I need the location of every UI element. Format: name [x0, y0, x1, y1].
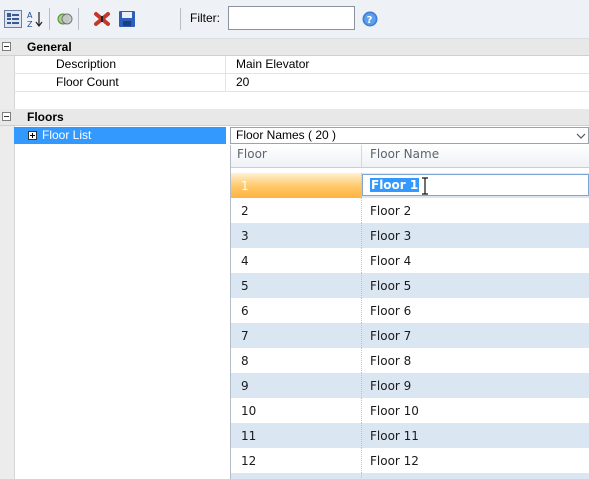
- table-header: Floor Floor Name: [231, 145, 589, 168]
- property-row-floor-list[interactable]: Floor List Floor Names ( 20 ): [14, 127, 589, 144]
- property-value[interactable]: Main Elevator: [236, 56, 309, 72]
- cell-divider: [361, 298, 362, 323]
- cell-floor-name[interactable]: Floor 12: [370, 454, 419, 468]
- table-row[interactable]: 2 Floor 2: [231, 198, 589, 223]
- property-name: Floor Count: [14, 74, 226, 91]
- cell-floor[interactable]: 4: [241, 254, 249, 268]
- properties-icon[interactable]: [55, 9, 75, 29]
- cell-floor[interactable]: 6: [241, 304, 249, 318]
- categorized-icon[interactable]: [3, 9, 23, 29]
- delete-icon[interactable]: [92, 9, 112, 29]
- toolbar-separator: [78, 8, 79, 30]
- expand-icon[interactable]: [28, 131, 37, 140]
- cell-divider: [361, 273, 362, 298]
- property-value: Floor Names ( 20 ): [236, 128, 337, 142]
- table-row[interactable]: 8 Floor 8: [231, 348, 589, 373]
- property-name: Floor List: [42, 128, 92, 142]
- table-row[interactable]: 10 Floor 10: [231, 398, 589, 423]
- cell-divider: [361, 423, 362, 448]
- cell-edit-input[interactable]: Floor 1: [362, 174, 589, 196]
- property-grid: General Description Main Elevator Floor …: [0, 39, 589, 479]
- alphabetical-sort-icon[interactable]: A Z: [25, 9, 45, 29]
- cell-floor-name[interactable]: Floor 5: [370, 279, 411, 293]
- cell-floor-name[interactable]: Floor 2: [370, 204, 411, 218]
- cell-floor[interactable]: 7: [241, 329, 249, 343]
- cell-floor-name[interactable]: Floor 9: [370, 379, 411, 393]
- cell-divider: [361, 348, 362, 373]
- property-value[interactable]: 20: [236, 74, 249, 90]
- table-row[interactable]: 7 Floor 7: [231, 323, 589, 348]
- property-row-description[interactable]: Description Main Elevator: [14, 56, 589, 74]
- toolbar-separator: [49, 8, 50, 30]
- cell-divider: [361, 323, 362, 348]
- table-row[interactable]: 6 Floor 6: [231, 298, 589, 323]
- table-row[interactable]: 3 Floor 3: [231, 223, 589, 248]
- cell-divider: [361, 198, 362, 223]
- cell-divider: [361, 473, 362, 479]
- column-header-floor-name[interactable]: Floor Name: [370, 147, 439, 161]
- cell-floor[interactable]: 8: [241, 354, 249, 368]
- cell-floor-name[interactable]: Floor 3: [370, 229, 411, 243]
- cell-floor[interactable]: 3: [241, 229, 249, 243]
- property-row-floor-count[interactable]: Floor Count 20: [14, 74, 589, 92]
- cell-floor-name[interactable]: Floor 6: [370, 304, 411, 318]
- category-label: General: [27, 40, 72, 54]
- cell-floor-name[interactable]: Floor 7: [370, 329, 411, 343]
- table-row[interactable]: 5 Floor 5: [231, 273, 589, 298]
- cell-floor[interactable]: 1: [241, 179, 249, 193]
- text-cursor-icon: [422, 177, 428, 195]
- save-icon[interactable]: [117, 9, 137, 29]
- column-divider[interactable]: [361, 145, 362, 167]
- collapse-icon[interactable]: [2, 42, 11, 51]
- selected-cell-highlight: [231, 173, 362, 198]
- cell-floor-name[interactable]: Floor 4: [370, 254, 411, 268]
- svg-text:?: ?: [367, 15, 373, 26]
- property-name: Description: [14, 56, 226, 73]
- category-label: Floors: [27, 110, 64, 124]
- cell-floor[interactable]: 11: [241, 429, 256, 443]
- column-header-floor[interactable]: Floor: [237, 147, 267, 161]
- cell-floor[interactable]: 12: [241, 454, 256, 468]
- category-general[interactable]: General: [0, 39, 589, 56]
- cell-divider: [361, 248, 362, 273]
- cell-divider: [361, 448, 362, 473]
- cell-floor[interactable]: 2: [241, 204, 249, 218]
- property-grid-toolbar: A Z Filter: ?: [0, 0, 589, 39]
- selected-text[interactable]: Floor 1: [370, 178, 420, 192]
- property-name-selected[interactable]: Floor List: [14, 127, 226, 144]
- toolbar-separator: [180, 8, 181, 30]
- svg-text:A: A: [27, 11, 33, 20]
- cell-floor[interactable]: 9: [241, 379, 249, 393]
- table-row[interactable]: 1 Floor 1: [231, 173, 589, 198]
- table-row[interactable]: 13Floor 13: [231, 473, 589, 479]
- filter-input[interactable]: [228, 6, 355, 30]
- help-icon[interactable]: ?: [362, 11, 378, 27]
- collapse-icon[interactable]: [2, 112, 11, 121]
- category-floors[interactable]: Floors: [0, 109, 589, 126]
- cell-divider: [361, 373, 362, 398]
- chevron-down-icon[interactable]: [574, 128, 588, 143]
- table-row[interactable]: 4 Floor 4: [231, 248, 589, 273]
- table-row[interactable]: 9 Floor 9: [231, 373, 589, 398]
- table-row[interactable]: 11 Floor 11: [231, 423, 589, 448]
- filter-label: Filter:: [190, 11, 220, 25]
- cell-divider: [361, 223, 362, 248]
- cell-floor-name[interactable]: Floor 10: [370, 404, 419, 418]
- grid-gutter: [0, 39, 15, 479]
- cell-divider: [361, 398, 362, 423]
- cell-floor-name[interactable]: Floor 8: [370, 354, 411, 368]
- cell-floor[interactable]: 10: [241, 404, 256, 418]
- cell-floor[interactable]: 5: [241, 279, 249, 293]
- cell-floor-name[interactable]: Floor 11: [370, 429, 419, 443]
- floor-list-dropdown[interactable]: Floor Names ( 20 ): [230, 127, 589, 144]
- svg-text:Z: Z: [27, 20, 33, 28]
- table-row[interactable]: 12 Floor 12: [231, 448, 589, 473]
- floor-names-table: Floor Floor Name 1 Floor 1 2 Floor 2 3 Floor …: [230, 145, 589, 479]
